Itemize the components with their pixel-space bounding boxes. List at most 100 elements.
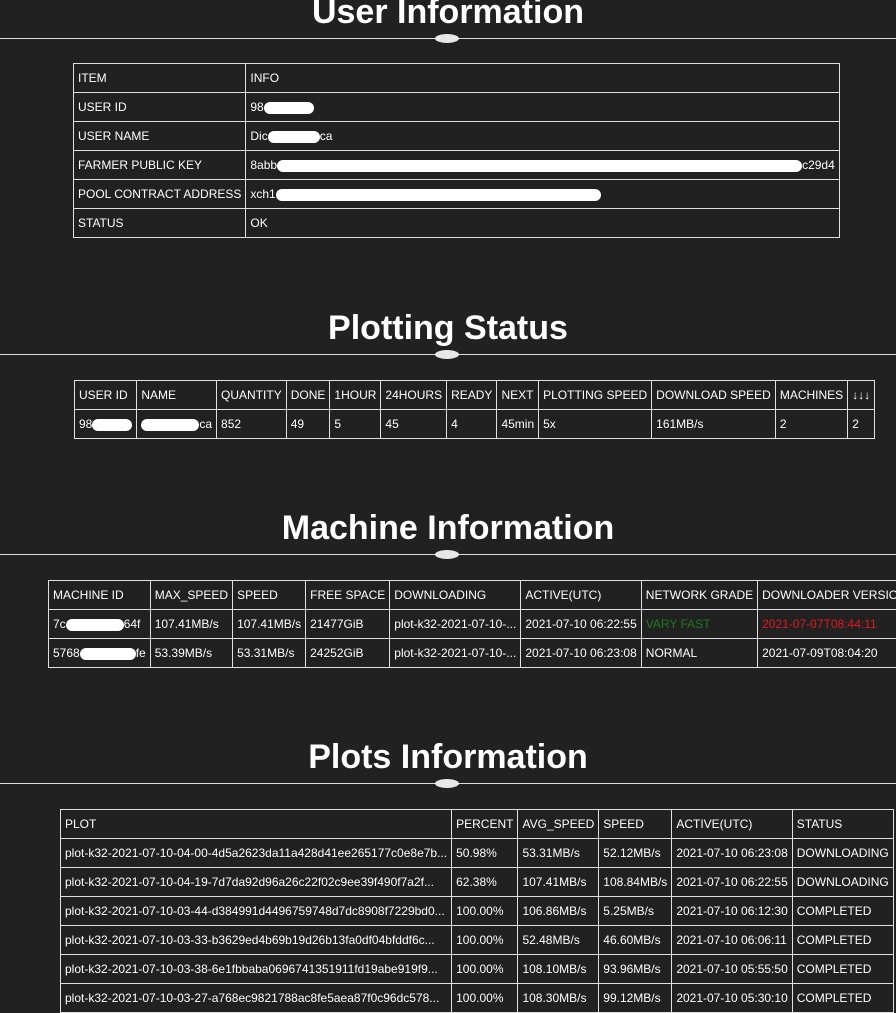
- column-header: QUANTITY: [217, 381, 287, 410]
- divider: [0, 554, 896, 555]
- section-title: Plotting Status: [0, 308, 896, 348]
- speed: 99.12MB/s: [599, 984, 672, 1013]
- table-row: USER NAMEDicca: [74, 122, 840, 151]
- max-speed: 107.41MB/s: [150, 610, 232, 639]
- redaction: [268, 131, 320, 143]
- column-header: USER ID: [75, 381, 137, 410]
- network-grade: NORMAL: [641, 639, 757, 668]
- downloading: plot-k32-2021-07-10-...: [390, 639, 521, 668]
- header-row: USER IDNAMEQUANTITYDONE1HOUR24HOURSREADY…: [75, 381, 875, 410]
- table-row: plot-k32-2021-07-10-03-27-a768ec9821788a…: [61, 984, 894, 1013]
- table-row: plot-k32-2021-07-10-03-38-6e1fbbaba06967…: [61, 955, 894, 984]
- quantity: 852: [217, 410, 287, 439]
- hours24: 45: [381, 410, 447, 439]
- column-header: NETWORK GRADE: [641, 581, 757, 610]
- value-visible: 98: [250, 100, 263, 114]
- downloading: plot-k32-2021-07-10-...: [390, 610, 521, 639]
- column-header: AVG_SPEED: [518, 810, 599, 839]
- column-header: FREE SPACE: [306, 581, 390, 610]
- free-space: 21477GiB: [306, 610, 390, 639]
- active: 2021-07-10 06:23:08: [521, 639, 641, 668]
- label: FARMER PUBLIC KEY: [74, 151, 246, 180]
- speed: 93.96MB/s: [599, 955, 672, 984]
- column-header: DOWNLOAD SPEED: [652, 381, 776, 410]
- active: 2021-07-10 06:22:55: [672, 868, 792, 897]
- user-info-table: ITEMINFO USER ID98 USER NAMEDicca FARMER…: [73, 63, 840, 238]
- ready: 4: [447, 410, 497, 439]
- active: 2021-07-10 06:22:55: [521, 610, 641, 639]
- free-space: 24252GiB: [306, 639, 390, 668]
- column-header: ACTIVE(UTC): [521, 581, 641, 610]
- active: 2021-07-10 06:23:08: [672, 839, 792, 868]
- plotting-speed: 5x: [539, 410, 652, 439]
- table-row: 5768fe 53.39MB/s 53.31MB/s 24252GiB plot…: [49, 639, 896, 668]
- column-header: 1HOUR: [330, 381, 381, 410]
- column-header: 24HOURS: [381, 381, 447, 410]
- user-info-header: User Information: [0, 0, 896, 39]
- machine-table: MACHINE IDMAX_SPEEDSPEEDFREE SPACEDOWNLO…: [48, 580, 896, 668]
- plot-name: plot-k32-2021-07-10-03-27-a768ec9821788a…: [61, 984, 452, 1013]
- value-visible: 64f: [124, 617, 141, 631]
- network-grade: VARY FAST: [641, 610, 757, 639]
- value: xch1: [246, 180, 839, 209]
- table-row: FARMER PUBLIC KEY8abbc29d4: [74, 151, 840, 180]
- active: 2021-07-10 05:55:50: [672, 955, 792, 984]
- plotting-header: Plotting Status: [0, 308, 896, 355]
- speed: 107.41MB/s: [233, 610, 306, 639]
- avg-speed: 53.31MB/s: [518, 839, 599, 868]
- column-header: DOWNLOADING: [390, 581, 521, 610]
- column-header: MAX_SPEED: [150, 581, 232, 610]
- percent: 100.00%: [452, 926, 518, 955]
- user-id: 98: [75, 410, 137, 439]
- header-row: MACHINE IDMAX_SPEEDSPEEDFREE SPACEDOWNLO…: [49, 581, 896, 610]
- column-header: READY: [447, 381, 497, 410]
- speed: 5.25MB/s: [599, 897, 672, 926]
- table-row: 98 ca 852 49 5 45 4 45min 5x 161MB/s 2 2: [75, 410, 875, 439]
- section-title: User Information: [0, 0, 896, 32]
- name: ca: [137, 410, 217, 439]
- column-header: DONE: [286, 381, 330, 410]
- redaction: [92, 419, 132, 431]
- table-row: USER ID 98: [74, 93, 840, 122]
- percent: 100.00%: [452, 897, 518, 926]
- status: COMPLETED: [792, 897, 893, 926]
- value-visible: Dic: [250, 129, 267, 143]
- percent: 50.98%: [452, 839, 518, 868]
- machine-id: 5768fe: [49, 639, 151, 668]
- plots-table: PLOTPERCENTAVG_SPEEDSPEEDACTIVE(UTC)STAT…: [60, 809, 894, 1013]
- divider-dot: [435, 34, 459, 43]
- column-header: PLOT: [61, 810, 452, 839]
- value-visible: c29d4: [802, 158, 835, 172]
- redaction: [66, 619, 124, 631]
- machine-id: 7c64f: [49, 610, 151, 639]
- column-header: MACHINE ID: [49, 581, 151, 610]
- plotting-table: USER IDNAMEQUANTITYDONE1HOUR24HOURSREADY…: [74, 380, 875, 439]
- avg-speed: 108.30MB/s: [518, 984, 599, 1013]
- label: STATUS: [74, 209, 246, 238]
- label: USER NAME: [74, 122, 246, 151]
- hour1: 5: [330, 410, 381, 439]
- value: Dicca: [246, 122, 839, 151]
- table-row: POOL CONTRACT ADDRESSxch1: [74, 180, 840, 209]
- status: DOWNLOADING: [792, 868, 893, 897]
- avg-speed: 108.10MB/s: [518, 955, 599, 984]
- avg-speed: 106.86MB/s: [518, 897, 599, 926]
- column-header: SPEED: [233, 581, 306, 610]
- value: 98: [246, 93, 839, 122]
- status: COMPLETED: [792, 926, 893, 955]
- next: 45min: [497, 410, 539, 439]
- table-row: plot-k32-2021-07-10-03-44-d384991d449675…: [61, 897, 894, 926]
- header-item: ITEM: [74, 64, 246, 93]
- percent: 100.00%: [452, 955, 518, 984]
- value-visible: ca: [199, 417, 212, 431]
- column-header: ↓↓↓: [848, 381, 875, 410]
- table-row: plot-k32-2021-07-10-04-00-4d5a2623da11a4…: [61, 839, 894, 868]
- table-row: plot-k32-2021-07-10-04-19-7d7da92d96a26c…: [61, 868, 894, 897]
- divider: [0, 38, 896, 39]
- column-header: PERCENT: [452, 810, 518, 839]
- active: 2021-07-10 05:30:10: [672, 984, 792, 1013]
- redaction: [141, 419, 199, 431]
- speed: 52.12MB/s: [599, 839, 672, 868]
- column-header: STATUS: [792, 810, 893, 839]
- label: USER ID: [74, 93, 246, 122]
